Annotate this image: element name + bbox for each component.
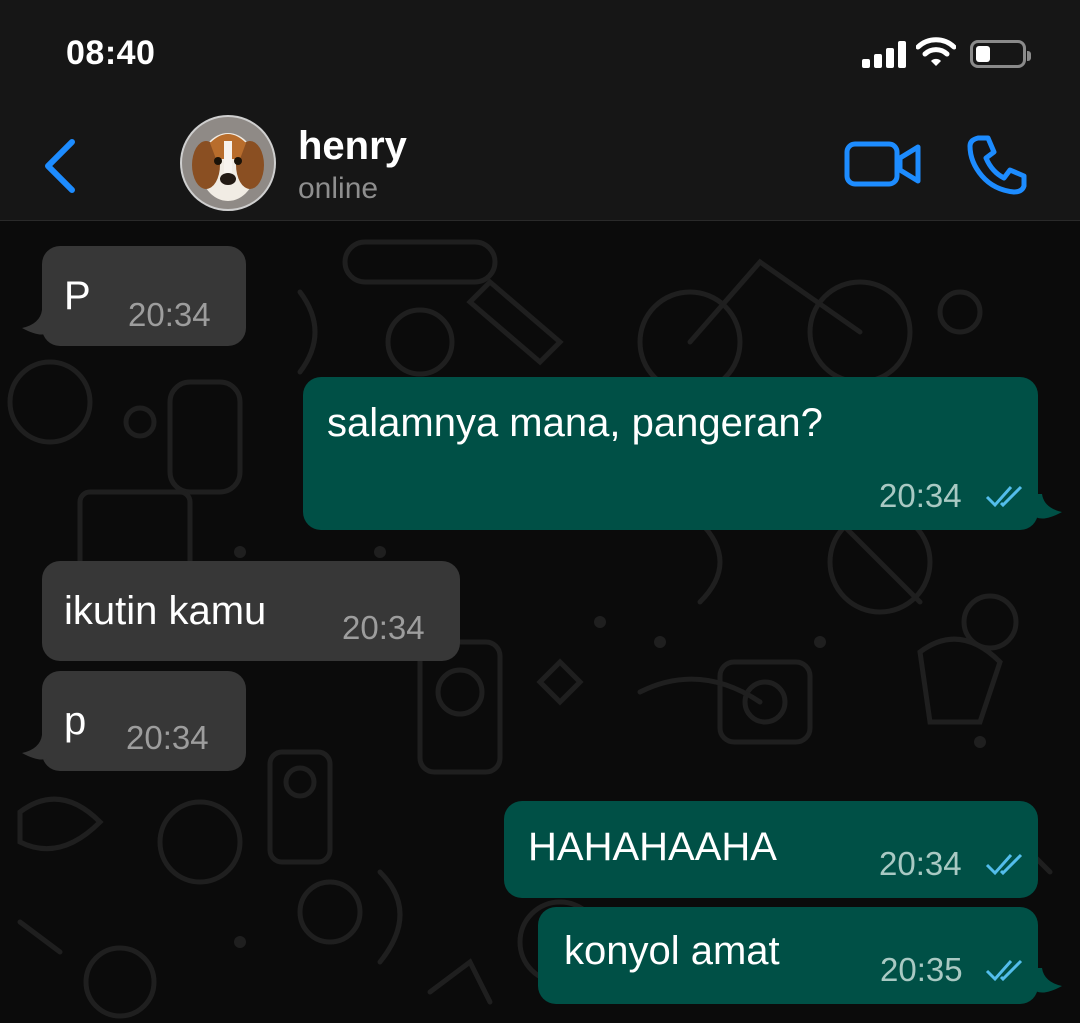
- message-bubble-outgoing[interactable]: salamnya mana, pangeran? 20:34: [303, 377, 1038, 530]
- message-bubble-incoming[interactable]: P 20:34: [42, 246, 246, 346]
- message-time: 20:34: [879, 477, 962, 514]
- message-text: konyol amat: [564, 929, 780, 973]
- signal-icon: [862, 40, 908, 68]
- avatar[interactable]: [180, 115, 276, 211]
- phone-call-icon[interactable]: [966, 134, 1028, 196]
- bubble-tail: [1032, 968, 1062, 993]
- contact-name[interactable]: henry: [298, 124, 407, 169]
- top-bar: 08:40 henry online: [0, 0, 1080, 221]
- wifi-icon: [916, 37, 956, 66]
- message-time: 20:34: [879, 845, 962, 882]
- bubble-tail: [22, 735, 52, 760]
- chat-area[interactable]: P 20:34 salamnya mana, pangeran? 20:34 i…: [0, 222, 1080, 1023]
- message-time: 20:34: [128, 296, 211, 333]
- message-bubble-outgoing[interactable]: konyol amat 20:35: [538, 907, 1038, 1004]
- bubble-tail: [1032, 494, 1062, 519]
- message-text: p: [64, 699, 87, 743]
- message-bubble-outgoing[interactable]: HAHAHAAHA 20:34: [504, 801, 1038, 898]
- message-text: ikutin kamu: [64, 589, 267, 633]
- bubble-tail: [22, 310, 52, 335]
- message-time: 20:34: [342, 609, 425, 646]
- message-text: HAHAHAAHA: [528, 825, 777, 869]
- read-ticks-icon: [985, 485, 1023, 508]
- read-ticks-icon: [985, 853, 1023, 876]
- back-icon[interactable]: [38, 136, 82, 196]
- video-call-icon[interactable]: [844, 138, 922, 190]
- battery-icon: [970, 40, 1031, 68]
- contact-status: online: [298, 172, 379, 205]
- message-bubble-incoming[interactable]: ikutin kamu 20:34: [42, 561, 460, 661]
- message-time: 20:34: [126, 719, 209, 756]
- message-text: salamnya mana, pangeran?: [327, 401, 823, 445]
- message-text: P: [64, 274, 91, 318]
- message-time: 20:35: [880, 951, 963, 988]
- message-bubble-incoming[interactable]: p 20:34: [42, 671, 246, 771]
- read-ticks-icon: [985, 959, 1023, 982]
- status-time: 08:40: [66, 34, 156, 72]
